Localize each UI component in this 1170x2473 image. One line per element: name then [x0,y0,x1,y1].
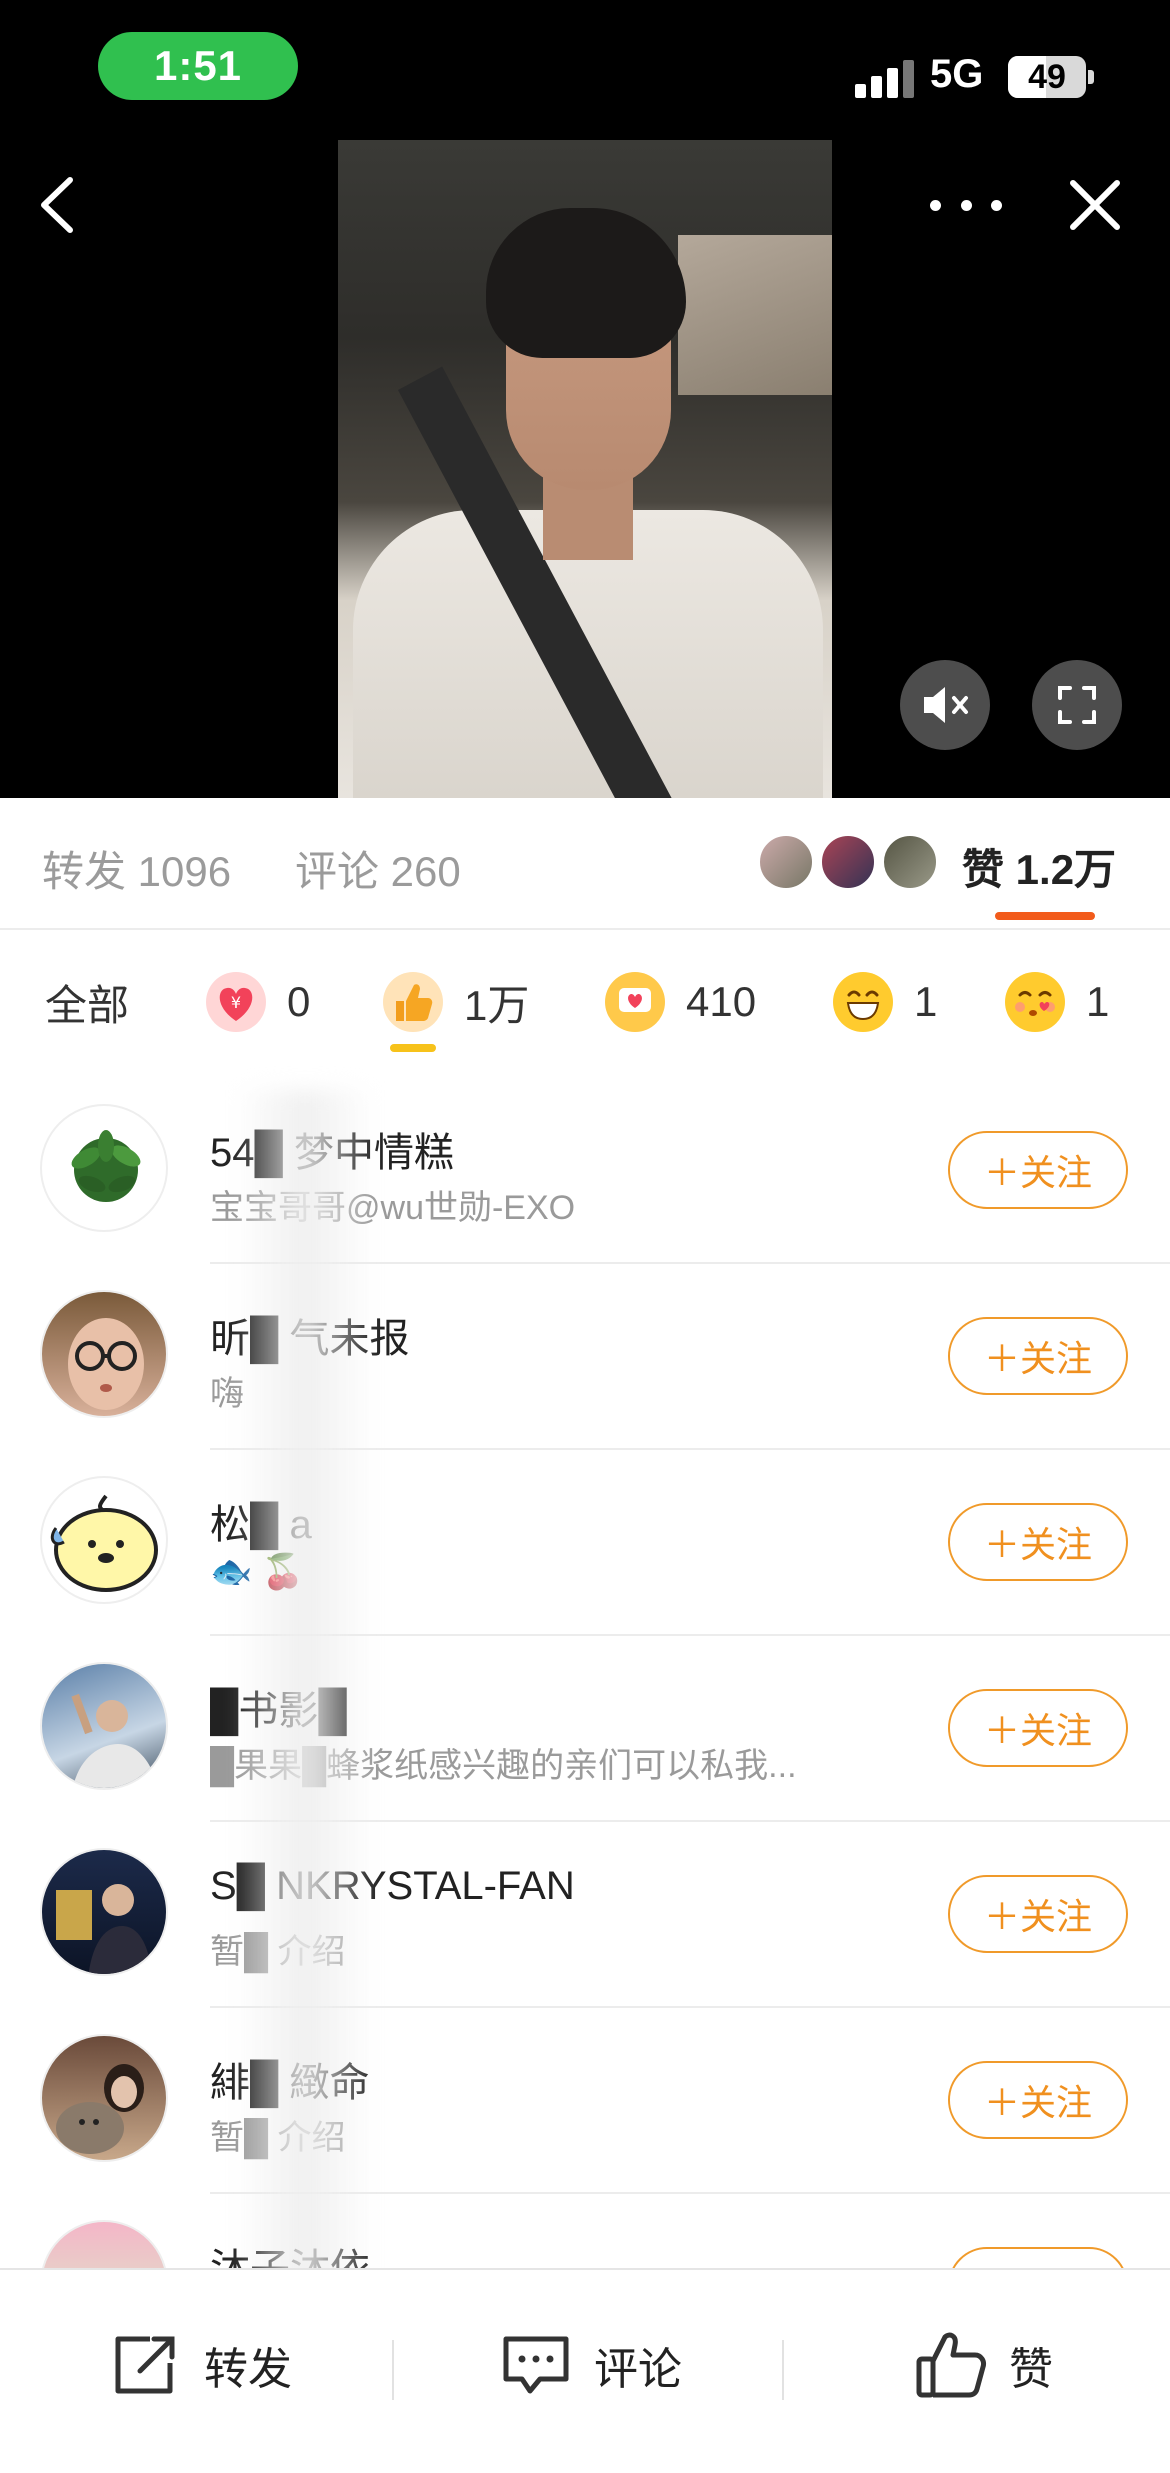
user-name[interactable]: █书影█ [210,1678,347,1736]
avatar [882,834,938,890]
battery-icon: 49 [1008,56,1086,98]
video-header: 1:51 5G 49 [0,0,1170,798]
follow-button[interactable]: ＋关注 [948,1317,1128,1395]
video-window-bg [678,235,832,395]
plant-avatar-icon [71,1130,141,1202]
status-time: 1:51 [98,32,298,100]
avatar[interactable] [40,1662,168,1790]
user-name[interactable]: 昕█ 气未报 [210,1306,409,1364]
share-label: 转发 [204,2345,292,2394]
reaction-count: 1万 [464,981,530,1029]
battery-level: 49 [1028,57,1066,96]
tab-reposts[interactable]: 转发 1096 [42,838,231,899]
avatar[interactable] [40,2034,168,2162]
follow-button[interactable]: ＋关注 [948,2061,1128,2139]
user-bio: 暂█ 介绍 [210,1933,346,1971]
svg-text:¥: ¥ [231,993,241,1012]
list-item[interactable]: 松█ a 🐟 🍒 ＋关注 [0,1450,1170,1636]
mute-button[interactable] [900,660,990,750]
comment-button[interactable]: 评论 [500,2330,682,2400]
close-icon [1070,180,1120,230]
list-item[interactable]: █书影█ █果果█蜂浆纸感兴趣的亲们可以私我... ＋关注 [0,1636,1170,1822]
more-dot-icon [930,199,941,211]
more-button[interactable] [930,182,1002,228]
list-item[interactable]: 昕█ 气未报 嗨 ＋关注 [0,1264,1170,1450]
signal-icon [855,58,917,98]
person-photo-avatar-icon [56,1884,152,1974]
follow-button[interactable]: ＋关注 [948,1503,1128,1581]
share-icon [115,2336,175,2394]
reaction-thumbs-up[interactable]: 1万 [382,970,529,1034]
thumbs-up-icon [916,2332,986,2398]
reaction-count: 1 [914,978,938,1025]
tab-likes[interactable]: 赞 1.2万 [962,836,1116,897]
reaction-count: 410 [686,978,757,1025]
network-type: 5G [930,52,984,96]
chick-avatar-icon [50,1494,158,1592]
list-item[interactable]: S█ NKRYSTAL-FAN 暂█ 介绍 ＋关注 [0,1822,1170,2008]
divider [782,2340,784,2400]
stats-bar: 转发 1096 评论 260 赞 1.2万 [0,798,1170,930]
user-bio: 嗨 [210,1375,244,1413]
follow-button[interactable]: ＋关注 [948,1131,1128,1209]
divider [392,2340,394,2400]
list-item[interactable]: 54█ 梦中情糕 宝宝哥哥@wu世勋-EXO ＋关注 [0,1078,1170,1264]
liker-list: 54█ 梦中情糕 宝宝哥哥@wu世勋-EXO ＋关注 昕█ 气未报 嗨 ＋关注 [0,1078,1170,2380]
reaction-count: 1 [1086,978,1110,1025]
back-button[interactable] [28,170,88,240]
list-item[interactable]: 緋█ 緻命 暂█ 介绍 ＋关注 [0,2008,1170,2194]
reaction-laugh[interactable]: 1 [832,970,937,1034]
reaction-all[interactable]: 全部 [45,970,129,1034]
avatar[interactable] [40,1848,168,1976]
kiss-icon [1005,972,1065,1032]
avatar[interactable] [40,1476,168,1604]
user-name[interactable]: 緋█ 緻命 [210,2050,369,2108]
fullscreen-icon [1058,686,1096,724]
active-tab-indicator [995,912,1095,920]
user-bio: 宝宝哥哥@wu世勋-EXO [210,1189,576,1227]
laugh-icon [833,972,893,1032]
follow-button[interactable]: ＋关注 [948,1875,1128,1953]
fullscreen-button[interactable] [1032,660,1122,750]
tab-comments[interactable]: 评论 260 [295,838,461,899]
close-button[interactable] [1065,175,1125,235]
follow-button[interactable]: ＋关注 [948,1689,1128,1767]
like-button[interactable]: 赞 [915,2330,1053,2400]
reaction-all-label: 全部 [45,981,130,1029]
active-reaction-indicator [390,1044,436,1052]
speaker-muted-icon [924,687,968,723]
video-player[interactable] [338,140,832,798]
person-cat-avatar-icon [56,2064,144,2154]
user-bio: █果果█蜂浆纸感兴趣的亲们可以私我... [210,1747,797,1785]
user-bio: 🐟 🍒 [210,1553,305,1591]
person-glasses-avatar-icon [68,1318,144,1410]
reaction-kiss[interactable]: 1 [1004,970,1109,1034]
chevron-left-icon [41,177,73,233]
user-name[interactable]: 54█ 梦中情糕 [210,1120,454,1178]
avatar[interactable] [40,1290,168,1418]
comment-label: 评论 [594,2345,682,2394]
video-hair [486,208,686,358]
avatar [820,834,876,890]
avatar[interactable] [40,1104,168,1232]
user-name[interactable]: S█ NKRYSTAL-FAN [210,1864,575,1909]
more-dot-icon [991,199,1002,211]
more-dot-icon [960,199,972,211]
user-bio: 暂█ 介绍 [210,2119,346,2157]
battery-tip [1088,70,1094,84]
avatar [758,834,814,890]
comment-icon [503,2336,569,2394]
share-button[interactable]: 转发 [110,2330,292,2400]
reaction-filter: 全部 ¥ 0 1万 410 1 1 [0,932,1170,1072]
reaction-heart-bubble[interactable]: 410 [604,970,756,1034]
reaction-heart-money[interactable]: ¥ 0 [205,970,310,1034]
like-label: 赞 [1009,2345,1053,2394]
person-photo-avatar-icon [71,1693,158,1788]
user-name[interactable]: 松█ a [210,1492,312,1550]
heart-money-icon: ¥ [206,972,266,1032]
reaction-count: 0 [287,978,311,1025]
thumbs-up-icon [383,972,443,1032]
heart-bubble-icon [605,972,665,1032]
bottom-action-bar: 转发 评论 赞 [0,2268,1170,2473]
